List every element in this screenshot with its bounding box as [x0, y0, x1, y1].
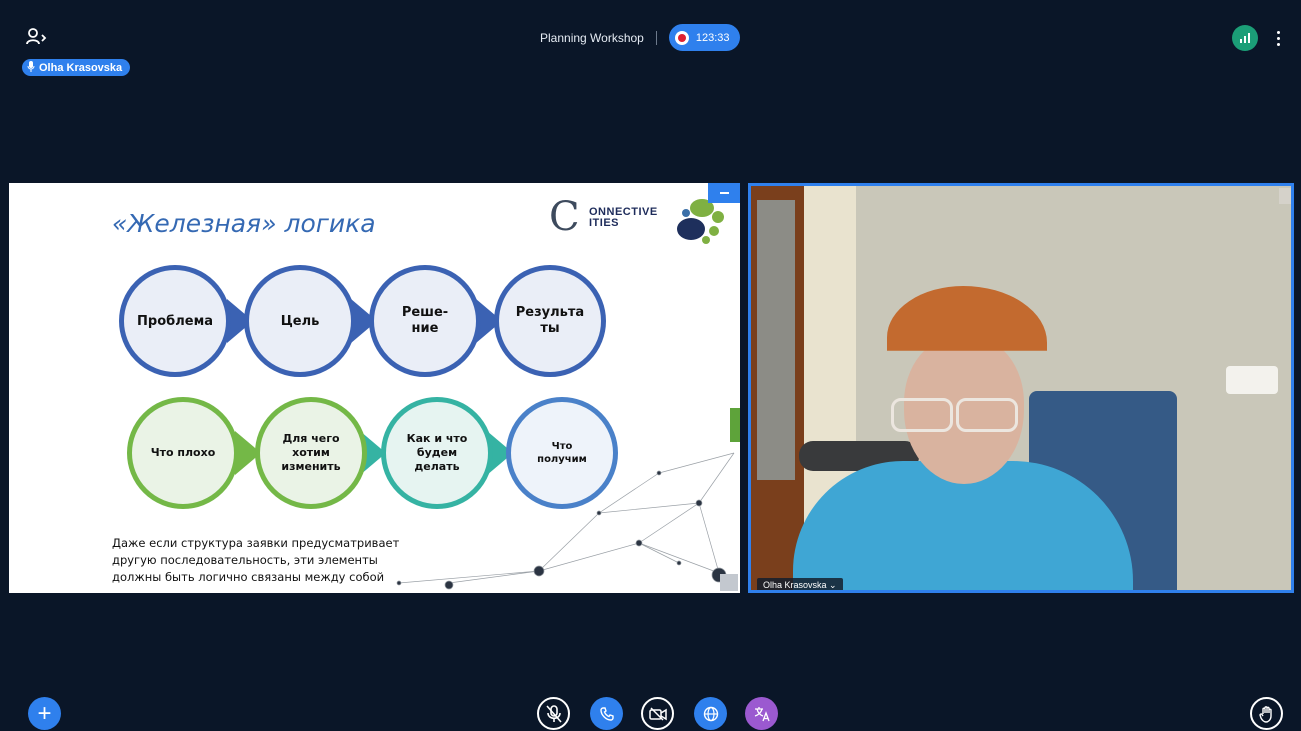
chevron-down-icon: ⌄ — [829, 580, 837, 590]
camera-off-icon — [648, 706, 667, 721]
raise-hand-icon — [1258, 705, 1272, 723]
webcam-participant-name: Olha Krasovska — [763, 580, 827, 590]
meeting-title: Planning Workshop — [540, 30, 644, 45]
flow-node-solution: Реше- ние — [369, 265, 481, 377]
connective-cities-logo: C ONNECTIVE ITIES — [549, 193, 729, 247]
video-door-glass — [757, 200, 795, 480]
flow-node-what-is-wrong: Что плохо — [127, 397, 239, 509]
logo-text: ONNECTIVE ITIES — [589, 206, 658, 229]
flow-node-goal: Цель — [244, 265, 356, 377]
flow-node-results: Результа ты — [494, 265, 606, 377]
slide-footer-text: Даже если структура заявки предусматрива… — [112, 536, 400, 584]
share-webcam-button[interactable] — [641, 697, 674, 730]
mute-microphone-icon — [545, 704, 562, 723]
flow-node-how-to-do: Как и что будем делать — [381, 397, 493, 509]
divider — [655, 30, 657, 45]
more-options-icon[interactable] — [1270, 26, 1286, 50]
actions-plus-button[interactable]: + — [28, 697, 61, 730]
top-bar: Olha Krasovska Planning Workshop 123:33 — [0, 0, 1301, 80]
raise-hand-button[interactable] — [1250, 697, 1283, 730]
translate-icon — [754, 706, 770, 721]
translation-button[interactable] — [745, 697, 778, 730]
webcam-name-tag[interactable]: Olha Krasovska ⌄ — [757, 578, 843, 590]
recording-time: 123:33 — [695, 31, 730, 44]
users-icon[interactable] — [26, 28, 48, 46]
microphone-icon — [27, 60, 35, 75]
flow-node-why-change: Для чего хотим изменить — [255, 397, 367, 509]
webcam-video[interactable]: Olha Krasovska ⌄ — [748, 183, 1294, 593]
fullscreen-presentation-icon[interactable] — [720, 574, 738, 591]
speaker-name: Olha Krasovska — [39, 61, 123, 74]
talking-indicator[interactable]: Olha Krasovska — [22, 59, 131, 76]
plus-icon: + — [37, 699, 52, 727]
presentation-slide: «Железная» логика C ONNECTIVE ITIES Проб… — [9, 183, 740, 593]
unmute-button[interactable] — [537, 697, 570, 730]
video-glasses — [891, 398, 953, 432]
leave-audio-button[interactable] — [590, 697, 623, 730]
minimize-presentation-button[interactable] — [708, 183, 740, 203]
globe-icon — [703, 706, 718, 721]
video-wall-socket — [1226, 366, 1278, 394]
meeting-header: Planning Workshop 123:33 — [540, 24, 740, 51]
share-screen-button[interactable] — [694, 697, 727, 730]
flow-node-outcome: Что получим — [506, 397, 618, 509]
phone-icon — [599, 706, 614, 721]
record-icon — [674, 30, 689, 45]
video-glasses — [956, 398, 1018, 432]
connection-status-icon[interactable] — [1232, 25, 1258, 51]
slide-accent-bar — [730, 408, 740, 442]
flow-node-problem: Проблема — [119, 265, 231, 377]
recording-indicator[interactable]: 123:33 — [668, 24, 740, 51]
fullscreen-icon[interactable] — [1279, 188, 1291, 204]
slide-title: «Железная» логика — [112, 209, 376, 238]
